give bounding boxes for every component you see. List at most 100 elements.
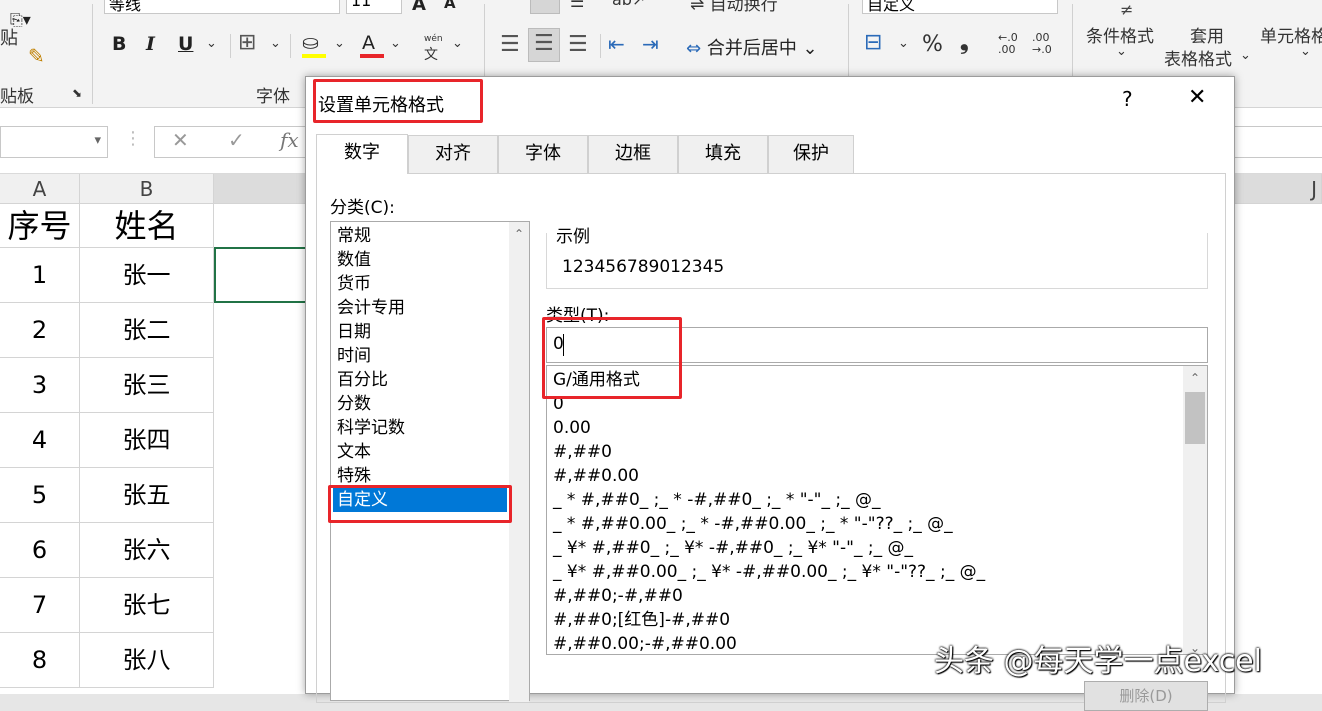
decrease-indent-icon[interactable]: ⇤ [608, 32, 625, 56]
name-box[interactable]: ▾ [0, 126, 108, 158]
fill-color-icon[interactable]: ⛀ [302, 30, 319, 54]
underline-dropdown-icon[interactable]: ⌄ [206, 36, 217, 51]
help-button[interactable]: ? [1122, 87, 1133, 111]
table-row-name[interactable]: 张四 [80, 413, 214, 468]
shrink-font-button[interactable]: A [444, 0, 456, 12]
table-row-num[interactable]: 6 [0, 523, 80, 578]
cell-style-button[interactable]: 单元格格 [1260, 22, 1322, 47]
category-item[interactable]: 特殊 [333, 464, 507, 488]
category-item[interactable]: 日期 [333, 320, 507, 344]
type-list-item[interactable]: 0 [549, 392, 1207, 416]
table-row-num[interactable]: 7 [0, 578, 80, 633]
category-item[interactable]: 会计专用 [333, 296, 507, 320]
category-item[interactable]: 时间 [333, 344, 507, 368]
increase-decimal-button[interactable]: ←.0.00 [998, 32, 1018, 56]
type-list-item[interactable]: 0.00 [549, 416, 1207, 440]
phonetic-guide-button[interactable]: 文 [424, 44, 438, 64]
wrap-text-button[interactable]: ⇌ 自动换行 [690, 0, 778, 15]
column-header-b[interactable]: B [80, 174, 214, 204]
type-scrollbar[interactable]: ⌃ ⌄ [1183, 366, 1207, 654]
cell-b1[interactable]: 姓名 [80, 204, 214, 248]
table-row-num[interactable]: 8 [0, 633, 80, 688]
increase-indent-icon[interactable]: ⇥ [642, 32, 659, 56]
drag-handle-icon[interactable]: ⋮ [124, 128, 142, 149]
borders-icon[interactable]: ⊞ [238, 30, 256, 55]
conditional-format-dropdown-icon[interactable]: ⌄ [1116, 44, 1127, 59]
table-format-dropdown-icon[interactable]: ⌄ [1240, 48, 1251, 63]
type-list-item[interactable]: #,##0;[红色]-#,##0 [549, 608, 1207, 632]
column-header-j[interactable]: J [1311, 177, 1317, 201]
table-row-num[interactable]: 3 [0, 358, 80, 413]
comma-style-button[interactable]: ❟ [960, 30, 969, 55]
table-format-button[interactable]: 表格格式 [1164, 45, 1232, 70]
type-list-item[interactable]: _ * #,##0_ ;_ * -#,##0_ ;_ * "-"_ ;_ @_ [549, 488, 1207, 512]
table-row-name[interactable]: 张二 [80, 303, 214, 358]
scroll-thumb[interactable] [1185, 392, 1205, 444]
borders-dropdown-icon[interactable]: ⌄ [270, 36, 281, 51]
tab-font[interactable]: 字体 [498, 135, 588, 173]
bold-button[interactable]: B [112, 33, 126, 55]
tab-fill[interactable]: 填充 [678, 135, 768, 173]
category-item[interactable]: 分数 [333, 392, 507, 416]
align-right-icon[interactable]: ☰ [568, 32, 588, 57]
font-color-button[interactable]: A [362, 32, 375, 54]
font-color-dropdown-icon[interactable]: ⌄ [390, 36, 401, 51]
orientation-icon[interactable]: ab↗ [612, 0, 645, 9]
table-format-label-1[interactable]: 套用 [1190, 22, 1224, 47]
paste-label[interactable]: 贴 [0, 24, 18, 50]
tab-alignment[interactable]: 对齐 [408, 135, 498, 173]
table-row-name[interactable]: 张一 [80, 248, 214, 303]
table-row-name[interactable]: 张八 [80, 633, 214, 688]
align-top-button[interactable] [530, 0, 560, 14]
type-list-item[interactable]: _ ¥* #,##0.00_ ;_ ¥* -#,##0.00_ ;_ ¥* "-… [549, 560, 1207, 584]
tab-protection[interactable]: 保护 [768, 135, 854, 173]
close-button[interactable]: ✕ [1188, 85, 1206, 110]
align-left-icon[interactable]: ☰ [500, 32, 520, 57]
table-row-num[interactable]: 2 [0, 303, 80, 358]
category-item[interactable]: 数值 [333, 248, 507, 272]
font-size-select[interactable]: 11 [346, 0, 402, 14]
delete-button[interactable]: 删除(D) [1084, 681, 1208, 711]
type-list-item[interactable]: G/通用格式 [549, 368, 1207, 392]
table-row-name[interactable]: 张七 [80, 578, 214, 633]
insert-function-icon[interactable]: fx [280, 128, 299, 152]
clipboard-launcher-icon[interactable]: ⬊ [72, 86, 82, 100]
italic-button[interactable]: I [146, 33, 155, 55]
type-list-item[interactable]: #,##0;-#,##0 [549, 584, 1207, 608]
category-item[interactable]: 货币 [333, 272, 507, 296]
scroll-up-icon[interactable]: ⌃ [509, 224, 529, 244]
cell-c1[interactable] [214, 204, 314, 248]
fill-color-dropdown-icon[interactable]: ⌄ [334, 36, 345, 51]
table-row-num[interactable]: 1 [0, 248, 80, 303]
category-item[interactable]: 科学记数 [333, 416, 507, 440]
phonetic-dropdown-icon[interactable]: ⌄ [452, 36, 463, 51]
merge-center-button[interactable]: ⇔ 合并后居中 ⌄ [686, 34, 818, 60]
underline-button[interactable]: U [178, 33, 193, 55]
table-row-name[interactable]: 张三 [80, 358, 214, 413]
accounting-dropdown-icon[interactable]: ⌄ [898, 36, 909, 51]
percent-button[interactable]: % [922, 32, 943, 57]
align-middle-icon[interactable]: ☰ [570, 0, 584, 11]
font-name-select[interactable]: 等线 [104, 0, 340, 14]
accounting-format-icon[interactable]: ⊟ [864, 30, 882, 55]
scroll-up-icon[interactable]: ⌃ [1185, 368, 1205, 388]
type-list-item[interactable]: #,##0 [549, 440, 1207, 464]
table-row-name[interactable]: 张六 [80, 523, 214, 578]
decrease-decimal-button[interactable]: .00 →.0 [1032, 32, 1052, 56]
align-center-button[interactable]: ☰ [528, 28, 560, 62]
type-input[interactable]: 0 [546, 327, 1208, 363]
cell-a1[interactable]: 序号 [0, 204, 80, 248]
number-format-select[interactable]: 自定义 [862, 0, 1058, 14]
table-row-num[interactable]: 5 [0, 468, 80, 523]
category-item[interactable]: 百分比 [333, 368, 507, 392]
format-painter-icon[interactable]: ✎ [28, 44, 45, 68]
category-item[interactable]: 自定义 [333, 488, 507, 512]
type-list[interactable]: G/通用格式 0 0.00 #,##0 #,##0.00 _ * #,##0_ ;_ * … [546, 365, 1208, 655]
table-row-name[interactable]: 张五 [80, 468, 214, 523]
category-scrollbar[interactable]: ⌃ [509, 222, 529, 702]
enter-icon[interactable]: ✓ [228, 128, 245, 152]
type-list-item[interactable]: #,##0.00 [549, 464, 1207, 488]
tab-border[interactable]: 边框 [588, 135, 678, 173]
cancel-icon[interactable]: ✕ [172, 128, 189, 152]
cell-style-dropdown-icon[interactable]: ⌄ [1300, 44, 1311, 59]
